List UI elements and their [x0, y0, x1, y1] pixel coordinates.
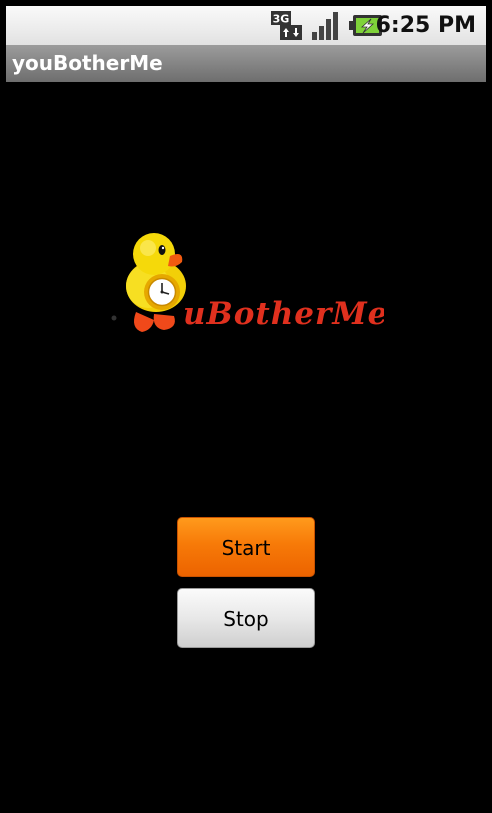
svg-text:3G: 3G: [273, 13, 290, 26]
3g-data-icon: 3G: [271, 11, 302, 40]
status-clock: 6:25 PM: [375, 13, 476, 38]
app-title: youBotherMe: [12, 51, 163, 75]
app-logo: uBotherMe: [111, 233, 384, 332]
status-bar: 3G 6:25 PM: [6, 6, 486, 45]
stop-button[interactable]: Stop: [177, 588, 315, 648]
duck-alarm-clock-icon: [111, 233, 186, 332]
start-button[interactable]: Start: [177, 517, 315, 577]
app-title-bar: youBotherMe: [6, 45, 486, 82]
logo-text: uBotherMe: [183, 296, 384, 332]
signal-strength-icon: [312, 12, 338, 40]
